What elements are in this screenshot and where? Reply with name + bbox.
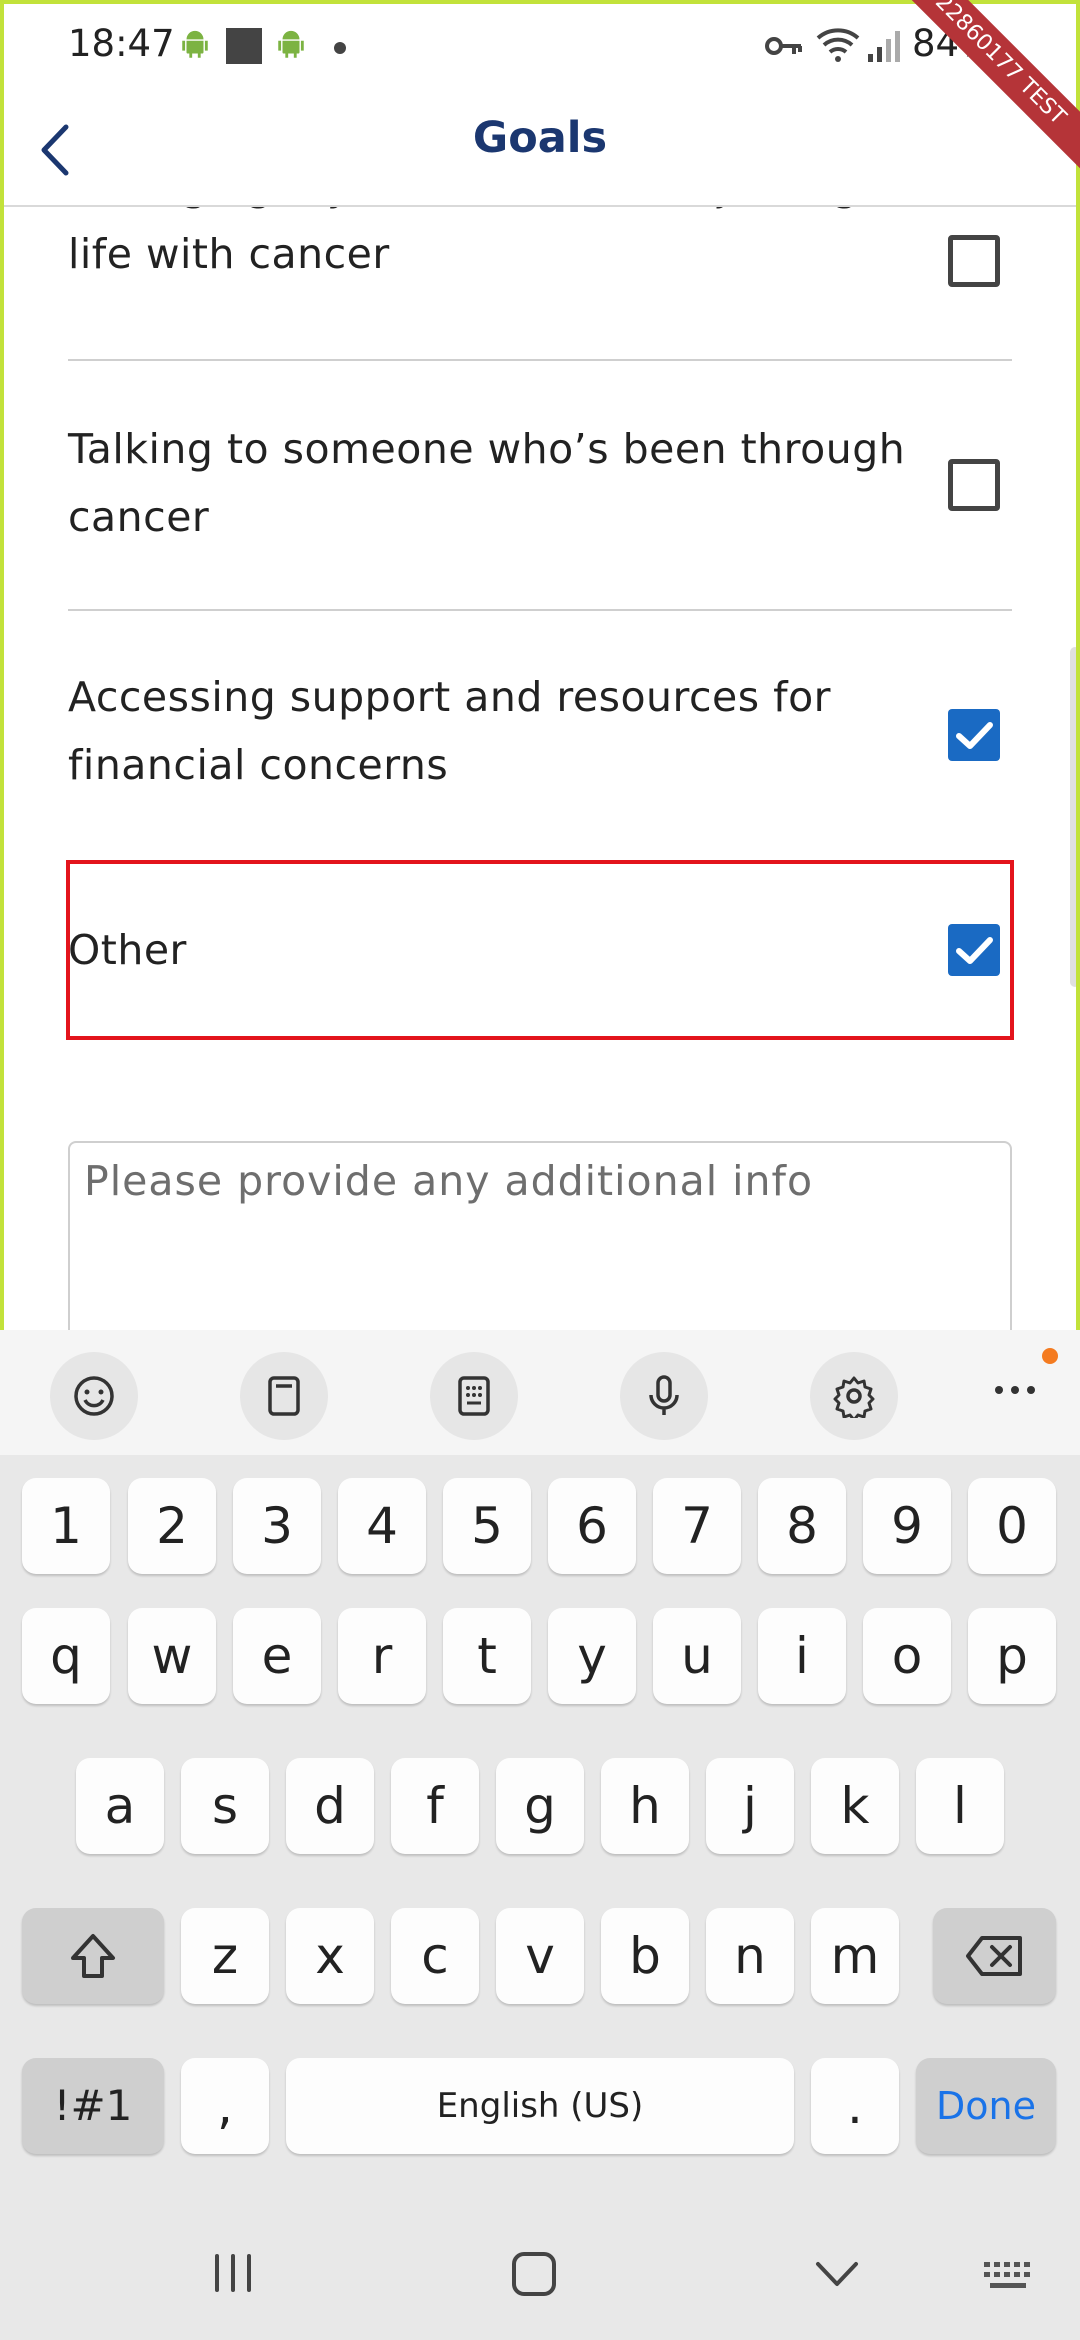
goal-checkbox[interactable] bbox=[948, 235, 1000, 287]
goal-label: Talking to someone who’s been through ca… bbox=[68, 425, 906, 541]
key-r[interactable]: r bbox=[338, 1608, 426, 1704]
key-n[interactable]: n bbox=[706, 1908, 794, 2004]
goal-checkbox[interactable] bbox=[948, 709, 1000, 761]
clipboard-button[interactable] bbox=[240, 1352, 328, 1440]
goal-item[interactable]: Accessing support and resources for fina… bbox=[68, 611, 1012, 851]
chevron-down-icon[interactable] bbox=[812, 2256, 862, 2292]
page-title: Goals bbox=[472, 113, 608, 163]
status-bar: 18:47 84% 22860177 TEST bbox=[0, 0, 1080, 181]
key-t[interactable]: t bbox=[443, 1608, 531, 1704]
microphone-button[interactable] bbox=[620, 1352, 708, 1440]
key-w[interactable]: w bbox=[128, 1608, 216, 1704]
key-m[interactable]: m bbox=[811, 1908, 899, 2004]
key-1[interactable]: 1 bbox=[22, 1478, 110, 1574]
key-6[interactable]: 6 bbox=[548, 1478, 636, 1574]
android-icon bbox=[278, 30, 304, 58]
keyboard-icon[interactable] bbox=[982, 2258, 1038, 2294]
emoji-icon bbox=[74, 1376, 114, 1416]
key-e[interactable]: e bbox=[233, 1608, 321, 1704]
key-l[interactable]: l bbox=[916, 1758, 1004, 1854]
done-key[interactable]: Done bbox=[916, 2058, 1056, 2154]
goal-item[interactable]: Talking to someone who’s been through ca… bbox=[68, 361, 1012, 609]
settings-button[interactable] bbox=[810, 1352, 898, 1440]
home-icon[interactable] bbox=[508, 2248, 560, 2300]
key-d[interactable]: d bbox=[286, 1758, 374, 1854]
key-z[interactable]: z bbox=[181, 1908, 269, 2004]
key-2[interactable]: 2 bbox=[128, 1478, 216, 1574]
navigation-bar bbox=[0, 2210, 1080, 2340]
more-notifications-icon bbox=[334, 42, 346, 54]
wifi-icon bbox=[816, 28, 860, 62]
key-i[interactable]: i bbox=[758, 1608, 846, 1704]
period-key[interactable]: . bbox=[811, 2058, 899, 2154]
clipboard-icon bbox=[268, 1376, 300, 1416]
more-button[interactable] bbox=[985, 1360, 1045, 1420]
android-icon bbox=[182, 30, 208, 58]
goal-label: Accessing support and resources for fina… bbox=[68, 673, 832, 789]
key-v[interactable]: v bbox=[496, 1908, 584, 2004]
key-3[interactable]: 3 bbox=[233, 1478, 321, 1574]
keyboard-toolbar bbox=[0, 1330, 1080, 1455]
additional-info-field[interactable]: Please provide any additional info bbox=[68, 1141, 1012, 1330]
symbols-key[interactable]: !#1 bbox=[22, 2058, 164, 2154]
key-0[interactable]: 0 bbox=[968, 1478, 1056, 1574]
key-5[interactable]: 5 bbox=[443, 1478, 531, 1574]
space-key[interactable]: English (US) bbox=[286, 2058, 794, 2154]
key-h[interactable]: h bbox=[601, 1758, 689, 1854]
key-s[interactable]: s bbox=[181, 1758, 269, 1854]
signal-icon bbox=[868, 31, 900, 62]
goal-label: Other bbox=[68, 926, 187, 974]
backspace-icon bbox=[965, 1936, 1022, 1976]
key-a[interactable]: a bbox=[76, 1758, 164, 1854]
key-f[interactable]: f bbox=[391, 1758, 479, 1854]
key-j[interactable]: j bbox=[706, 1758, 794, 1854]
emoji-button[interactable] bbox=[50, 1352, 138, 1440]
vpn-key-icon bbox=[765, 37, 802, 55]
key-c[interactable]: c bbox=[391, 1908, 479, 2004]
comma-key[interactable]: , bbox=[181, 2058, 269, 2154]
key-g[interactable]: g bbox=[496, 1758, 584, 1854]
additional-info-placeholder: Please provide any additional info bbox=[84, 1157, 814, 1205]
status-time: 18:47 bbox=[68, 22, 175, 65]
notification-dot bbox=[1042, 1348, 1058, 1364]
notification-square-icon bbox=[226, 28, 262, 64]
goal-checkbox[interactable] bbox=[948, 924, 1000, 976]
shift-key[interactable] bbox=[22, 1908, 164, 2004]
gear-icon bbox=[833, 1376, 875, 1418]
key-8[interactable]: 8 bbox=[758, 1478, 846, 1574]
goal-label: Managing my emotions and adjusting to li… bbox=[68, 207, 914, 278]
key-p[interactable]: p bbox=[968, 1608, 1056, 1704]
key-q[interactable]: q bbox=[22, 1608, 110, 1704]
key-b[interactable]: b bbox=[601, 1908, 689, 2004]
microphone-icon bbox=[649, 1375, 679, 1415]
key-k[interactable]: k bbox=[811, 1758, 899, 1854]
key-4[interactable]: 4 bbox=[338, 1478, 426, 1574]
goal-item-other[interactable]: Other bbox=[68, 864, 1012, 1036]
key-u[interactable]: u bbox=[653, 1608, 741, 1704]
key-9[interactable]: 9 bbox=[863, 1478, 951, 1574]
app-header: Goals bbox=[0, 95, 1080, 207]
checkmark-icon bbox=[956, 937, 993, 964]
more-icon bbox=[995, 1386, 1035, 1394]
scrollbar[interactable] bbox=[1070, 647, 1080, 987]
goal-checkbox[interactable] bbox=[948, 459, 1000, 511]
backspace-key[interactable] bbox=[933, 1908, 1056, 2004]
key-y[interactable]: y bbox=[548, 1608, 636, 1704]
keypad-icon bbox=[458, 1376, 490, 1416]
goal-item[interactable]: Managing my emotions and adjusting to li… bbox=[68, 207, 1012, 349]
key-x[interactable]: x bbox=[286, 1908, 374, 2004]
goals-list[interactable]: Managing my emotions and adjusting to li… bbox=[0, 207, 1080, 1330]
checkmark-icon bbox=[956, 722, 993, 749]
recent-apps-icon[interactable] bbox=[208, 2248, 258, 2298]
key-7[interactable]: 7 bbox=[653, 1478, 741, 1574]
keypad-button[interactable] bbox=[430, 1352, 518, 1440]
key-o[interactable]: o bbox=[863, 1608, 951, 1704]
keyboard: 1 2 3 4 5 6 7 8 9 0 q w e r t y u i o p … bbox=[0, 1330, 1080, 2340]
shift-icon bbox=[71, 1934, 115, 1978]
